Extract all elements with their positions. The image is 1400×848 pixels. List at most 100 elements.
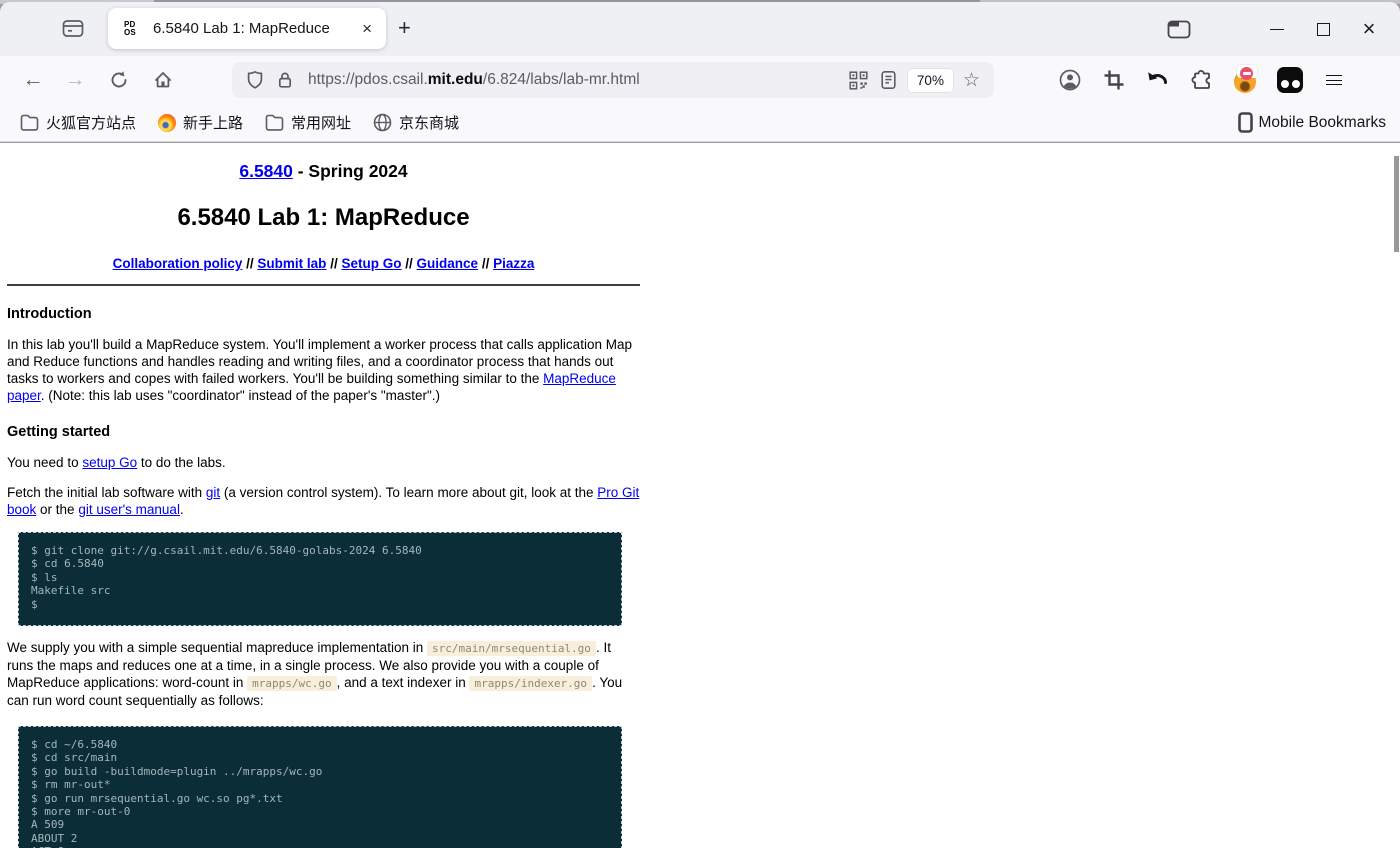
piazza-link[interactable]: Piazza [493,256,534,271]
adblock-extension-button[interactable] [1230,64,1262,96]
maximize-button[interactable] [1300,9,1346,49]
back-button[interactable]: ← [16,63,50,97]
page-viewport: 6.5840 - Spring 2024 6.5840 Lab 1: MapRe… [0,143,1400,848]
reader-mode-button[interactable] [874,65,904,95]
tab-close-icon[interactable]: × [358,19,376,39]
page-column: 6.5840 - Spring 2024 6.5840 Lab 1: MapRe… [7,160,640,848]
intro-text-1: In this lab you'll build a MapReduce sys… [7,337,632,386]
bookmark-getting-started[interactable]: 新手上路 [150,108,251,137]
hamburger-menu-icon [1326,75,1342,85]
toolbar-extensions [1054,64,1364,96]
bookmark-label: 常用网址 [291,112,351,133]
reload-icon [109,70,129,90]
menu-button[interactable] [1318,64,1350,96]
site-security-button[interactable] [270,65,300,95]
puzzle-piece-icon [1191,69,1213,91]
fetch-text-1: Fetch the initial lab software with [7,485,206,500]
maximize-icon [1317,23,1330,36]
fetch-text-3: or the [36,502,78,517]
divider [7,284,640,286]
bookmarks-toolbar: 火狐官方站点 新手上路 常用网址 京东商城 Mobile Bookmarks [0,104,1400,142]
mobile-bookmarks-button[interactable]: Mobile Bookmarks [1237,112,1387,133]
forward-button[interactable]: → [58,63,92,97]
reload-button[interactable] [102,63,136,97]
crop-icon [1103,69,1125,91]
folder-icon [265,114,284,131]
minimize-button[interactable] [1254,9,1300,49]
url-text[interactable]: https://pdos.csail.mit.edu/6.824/labs/la… [308,71,844,89]
terminal-block-run: $ cd ~/6.5840 $ cd src/main $ go build -… [18,726,622,848]
supply-text-1: We supply you with a simple sequential m… [7,640,427,655]
page-nav-links: Collaboration policy // Submit lab // Se… [7,255,640,272]
setup-text-2: to do the labs. [137,455,226,470]
introduction-heading: Introduction [7,305,640,323]
active-tab[interactable]: PD OS 6.5840 Lab 1: MapReduce × [108,8,386,49]
bookmark-folder-common-sites[interactable]: 常用网址 [257,108,359,137]
bookmark-folder-firefox-official[interactable]: 火狐官方站点 [12,108,144,137]
course-header: 6.5840 - Spring 2024 [7,160,640,182]
firefox-logo-icon [158,114,176,132]
browser-window: PD OS 6.5840 Lab 1: MapReduce × + × ← → [0,0,1400,848]
undo-button[interactable] [1142,64,1174,96]
account-button[interactable] [1054,64,1086,96]
introduction-paragraph: In this lab you'll build a MapReduce sys… [7,336,640,404]
tab-overview-button[interactable] [1156,9,1202,49]
setup-go-link[interactable]: Setup Go [341,256,401,271]
account-icon [1058,68,1082,92]
getting-started-heading: Getting started [7,423,640,441]
submit-lab-link[interactable]: Submit lab [257,256,326,271]
firefox-view-button[interactable] [56,12,90,46]
fox-extension-icon [1233,67,1259,93]
page-title: 6.5840 Lab 1: MapReduce [7,203,640,232]
url-domain: mit.edu [428,71,483,88]
nav-separator: // [482,256,490,271]
globe-icon [373,113,392,132]
favicon-line2: OS [124,29,144,37]
window-preview-icon [1167,20,1191,39]
course-link[interactable]: 6.5840 [239,161,293,181]
bookmark-star-icon[interactable]: ☆ [957,69,986,92]
nav-separator: // [330,256,338,271]
close-window-icon: × [1363,19,1376,39]
folder-icon [20,114,39,131]
address-bar[interactable]: https://pdos.csail.mit.edu/6.824/labs/la… [232,62,994,98]
reader-mode-icon [879,70,898,90]
inline-code-mrsequential: src/main/mrsequential.go [427,641,596,656]
extensions-button[interactable] [1186,64,1218,96]
pdos-favicon: PD OS [124,19,144,39]
page-scrollbar[interactable] [1394,156,1399,252]
dark-extension-button[interactable] [1274,64,1306,96]
guidance-link[interactable]: Guidance [417,256,479,271]
supply-text-3: , and a text indexer in [337,675,470,690]
tab-bar: PD OS 6.5840 Lab 1: MapReduce × + × [0,2,1400,56]
fetch-paragraph: Fetch the initial lab software with git … [7,484,640,518]
setup-go-inline-link[interactable]: setup Go [82,455,137,470]
new-tab-button[interactable]: + [398,15,411,41]
firefox-view-icon [62,19,84,39]
nav-separator: // [246,256,254,271]
close-window-button[interactable]: × [1346,9,1392,49]
phone-icon [1237,112,1254,133]
lock-icon [275,70,295,90]
fetch-text-4: . [180,502,184,517]
terminal-block-clone: $ git clone git://g.csail.mit.edu/6.5840… [18,532,622,626]
intro-text-2: . (Note: this lab uses "coordinator" ins… [41,388,440,403]
bookmark-label: 火狐官方站点 [46,112,136,133]
qr-share-button[interactable] [844,65,874,95]
course-header-rest: - Spring 2024 [293,161,408,181]
screenshot-button[interactable] [1098,64,1130,96]
url-prefix: https://pdos.csail. [308,71,428,88]
zoom-level-button[interactable]: 70% [908,69,953,92]
home-button[interactable] [146,63,180,97]
bookmark-label: 新手上路 [183,112,243,133]
undo-arrow-icon [1146,69,1170,91]
collaboration-policy-link[interactable]: Collaboration policy [113,256,243,271]
bookmark-jd[interactable]: 京东商城 [365,108,467,137]
url-path: /6.824/labs/lab-mr.html [483,71,640,88]
tracking-protection-button[interactable] [240,65,270,95]
minimize-icon [1270,29,1284,30]
git-link[interactable]: git [206,485,220,500]
supply-paragraph: We supply you with a simple sequential m… [7,639,640,709]
git-users-manual-link[interactable]: git user's manual [78,502,180,517]
qr-code-icon [849,71,868,90]
